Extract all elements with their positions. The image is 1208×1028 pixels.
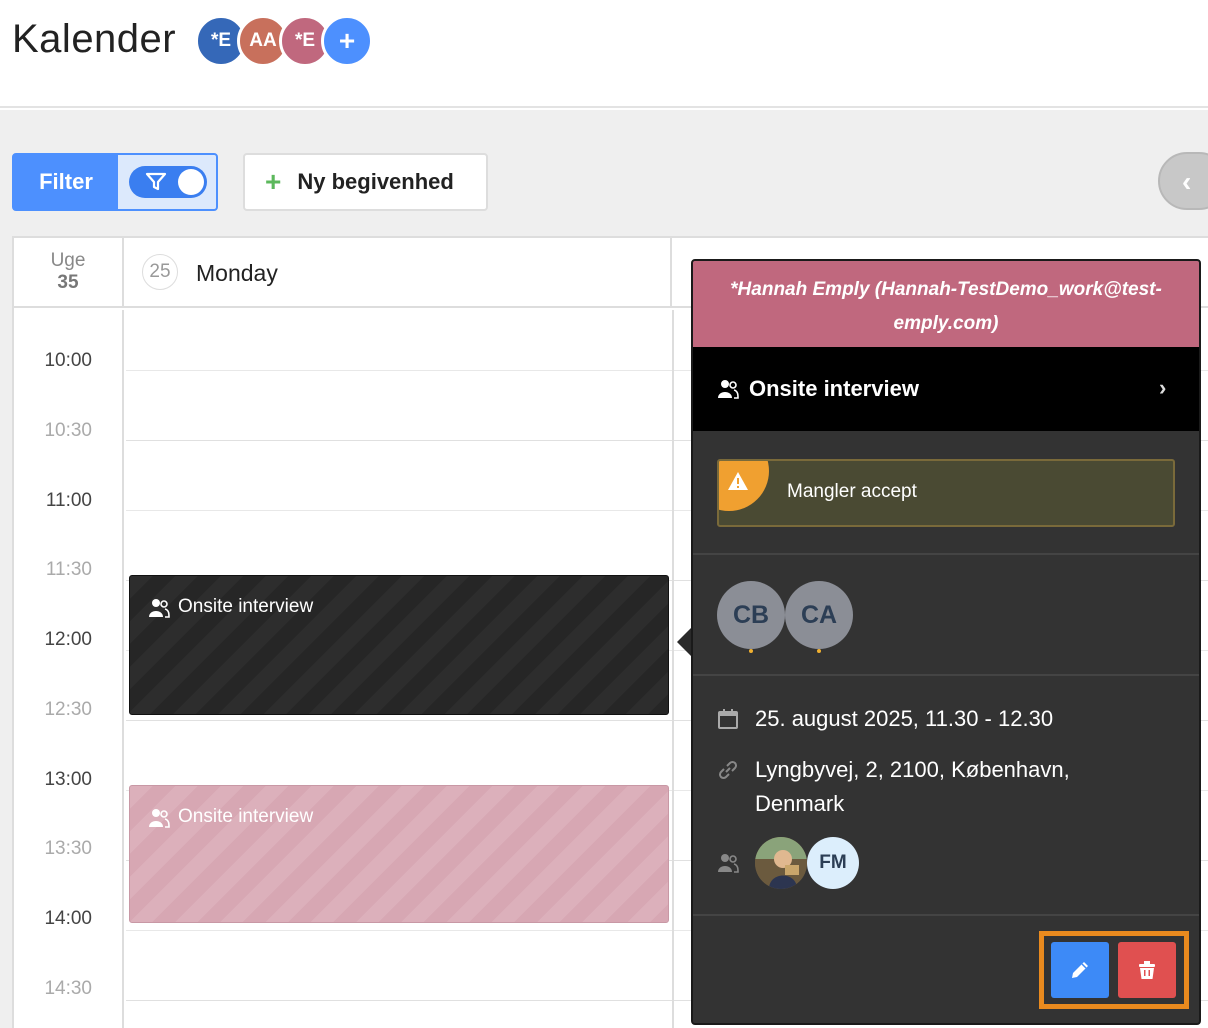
people-icon [718, 380, 739, 399]
attendee-avatar[interactable]: CB [717, 581, 785, 649]
filter-control: Filter [12, 153, 218, 211]
filter-toggle-area [118, 155, 216, 209]
day-header-monday[interactable]: 25 Monday [124, 238, 672, 308]
time-label: 10:00 [44, 350, 92, 371]
chevron-left-icon: ‹ [1182, 166, 1192, 197]
link-icon [718, 760, 738, 780]
trash-icon [1139, 961, 1155, 979]
week-number: 35 [57, 272, 79, 293]
time-label: 12:30 [44, 699, 92, 720]
calendar-event[interactable]: Onsite interview [129, 575, 669, 715]
event-title-row[interactable]: Onsite interview › [693, 347, 1199, 431]
participant-avatar[interactable]: FM [807, 837, 859, 889]
warning-icon [728, 472, 748, 490]
calendar-icon [718, 709, 738, 729]
filter-button[interactable]: Filter [14, 155, 118, 209]
divider [693, 674, 1199, 676]
time-label: 11:30 [45, 559, 92, 580]
add-calendar-button[interactable]: + [321, 15, 373, 67]
status-dot [749, 649, 753, 653]
collapse-panel-button[interactable]: ‹ [1158, 152, 1208, 210]
day-name: Monday [196, 260, 278, 286]
time-label: 12:00 [44, 629, 92, 650]
new-event-label: Ny begivenhed [297, 169, 454, 194]
event-title: Onsite interview [178, 596, 314, 617]
toggle-knob [178, 169, 204, 195]
status-dot [817, 649, 821, 653]
calendar-owner: *Hannah Emply (Hannah-TestDemo_work@test… [693, 261, 1199, 347]
participant-photo[interactable] [755, 837, 807, 889]
time-label: 10:30 [44, 420, 92, 441]
time-label: 13:30 [44, 838, 92, 859]
delete-button[interactable] [1118, 942, 1176, 998]
new-event-button[interactable]: + Ny begivenhed [243, 153, 488, 211]
edit-button[interactable] [1051, 942, 1109, 998]
plus-icon: + [265, 166, 282, 197]
top-bar: Kalender *E AA *E + [0, 0, 1208, 108]
chevron-right-icon[interactable]: › [1159, 375, 1166, 401]
event-popover: *Hannah Emply (Hannah-TestDemo_work@test… [691, 259, 1201, 1025]
event-location: Lyngbyvej, 2, 2100, København, Denmark [755, 757, 1070, 816]
divider [693, 553, 1199, 555]
filter-toggle[interactable] [129, 166, 207, 198]
people-icon [149, 809, 170, 828]
divider [693, 914, 1199, 916]
time-label: 14:00 [44, 908, 92, 929]
time-column: 10:00 10:30 11:00 11:30 12:00 12:30 13:0… [14, 310, 124, 1028]
day-separator [672, 310, 674, 1028]
people-icon [718, 854, 739, 873]
pencil-icon [1072, 962, 1088, 978]
time-label: 11:00 [45, 490, 92, 511]
event-title: Onsite interview [178, 806, 314, 827]
page-title: Kalender [12, 17, 177, 61]
warning-banner: Mangler accept [717, 459, 1175, 527]
event-date: 25. august 2025, 11.30 - 12.30 [755, 706, 1054, 731]
day-number: 25 [142, 254, 178, 290]
photo-image [755, 837, 807, 889]
funnel-icon [145, 172, 167, 191]
warning-text: Mangler accept [787, 481, 917, 502]
popover-arrow [677, 628, 691, 656]
people-icon [149, 599, 170, 618]
time-label: 14:30 [44, 978, 92, 999]
week-label: Uge [50, 250, 86, 271]
time-label: 13:00 [44, 769, 92, 790]
attendee-avatar[interactable]: CA [785, 581, 853, 649]
popover-title: Onsite interview [749, 376, 919, 401]
week-header: Uge 35 [14, 238, 124, 308]
calendar-event[interactable]: Onsite interview [129, 785, 669, 923]
